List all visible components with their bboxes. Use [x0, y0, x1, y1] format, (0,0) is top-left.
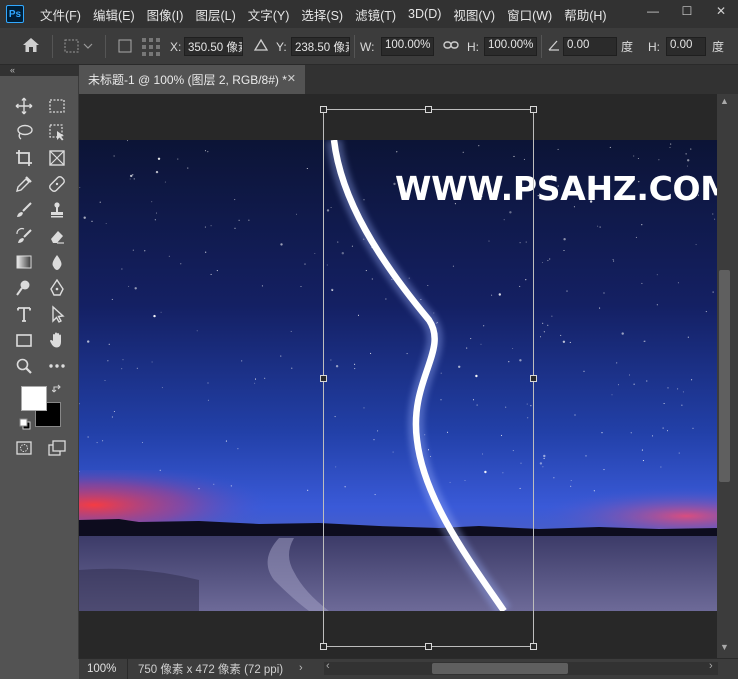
- app-logo: Ps: [6, 5, 24, 23]
- height-field[interactable]: 100.00%: [484, 37, 537, 56]
- skew-h-label: H:: [648, 39, 660, 54]
- menu-select[interactable]: 选择(S): [295, 5, 349, 24]
- marquee-icon[interactable]: [46, 96, 68, 116]
- frame-icon[interactable]: [46, 148, 68, 168]
- hand-icon[interactable]: [46, 330, 68, 350]
- zoom-level-field[interactable]: 100%: [79, 658, 128, 679]
- menu-layer[interactable]: 图层(L): [189, 5, 241, 24]
- menu-help[interactable]: 帮助(H): [558, 5, 612, 24]
- window-controls: — ☐ ✕: [636, 0, 738, 22]
- horizontal-scroll-thumb[interactable]: [432, 663, 568, 674]
- skew-h-unit: 度: [712, 40, 725, 54]
- horizontal-scrollbar[interactable]: ‹ ›: [324, 660, 718, 675]
- delta-icon[interactable]: [253, 38, 269, 55]
- vertical-scrollbar[interactable]: ▲ ▼: [717, 94, 738, 658]
- gradient-icon[interactable]: [13, 252, 35, 272]
- menu-3d[interactable]: 3D(D): [402, 7, 447, 21]
- maximize-button[interactable]: ☐: [670, 0, 704, 22]
- blur-icon[interactable]: [46, 252, 68, 272]
- minimize-button[interactable]: —: [636, 0, 670, 22]
- move-icon[interactable]: [13, 96, 35, 116]
- close-tab-icon[interactable]: ✕: [287, 72, 296, 85]
- swap-colors-icon[interactable]: [51, 384, 64, 399]
- chevron-right-icon[interactable]: ›: [299, 662, 303, 674]
- type-icon[interactable]: [13, 304, 35, 324]
- y-position-field[interactable]: 238.50 像素: [291, 37, 350, 56]
- tools-panel: «: [0, 65, 79, 659]
- rotation-field[interactable]: 0.00: [563, 37, 617, 56]
- healing-icon[interactable]: [46, 174, 68, 194]
- stamp-icon[interactable]: [46, 200, 68, 220]
- rectangle-icon[interactable]: [13, 330, 35, 350]
- quick-mask-icon[interactable]: [13, 438, 35, 458]
- document-tab-strip: 未标题-1 @ 100% (图层 2, RGB/8#) * ✕: [0, 65, 738, 94]
- default-colors-icon[interactable]: [19, 418, 31, 433]
- object-select-icon[interactable]: [46, 122, 68, 142]
- crop-icon[interactable]: [13, 148, 35, 168]
- reference-toggle-checkbox[interactable]: [118, 38, 132, 57]
- menu-window[interactable]: 窗口(W): [501, 5, 558, 24]
- reference-grid-icon[interactable]: [141, 37, 161, 60]
- scroll-up-icon[interactable]: ▲: [720, 96, 729, 106]
- transform-bounding-box[interactable]: [79, 94, 717, 658]
- reference-point-icon[interactable]: [63, 38, 93, 57]
- status-bar: 100% 750 像素 x 472 像素 (72 ppi) › ‹ ›: [79, 658, 738, 679]
- link-icon[interactable]: [443, 38, 459, 55]
- scroll-left-icon[interactable]: ‹: [326, 660, 330, 672]
- eyedropper-icon[interactable]: [13, 174, 35, 194]
- menu-edit[interactable]: 编辑(E): [87, 5, 141, 24]
- collapse-panel-icon[interactable]: «: [0, 65, 79, 76]
- lasso-icon[interactable]: [13, 122, 35, 142]
- rotation-unit: 度: [621, 40, 634, 54]
- document-tab[interactable]: 未标题-1 @ 100% (图层 2, RGB/8#) * ✕: [79, 65, 305, 94]
- options-bar: X: 350.50 像素 Y: 238.50 像素 W: 100.00% H: …: [0, 28, 738, 65]
- close-button[interactable]: ✕: [704, 0, 738, 22]
- document-info[interactable]: 750 像素 x 472 像素 (72 ppi): [128, 661, 283, 677]
- history-brush-icon[interactable]: [13, 226, 35, 246]
- eraser-icon[interactable]: [46, 226, 68, 246]
- scroll-right-icon[interactable]: ›: [709, 660, 713, 672]
- pen-icon[interactable]: [46, 278, 68, 298]
- width-label: W:: [360, 39, 375, 54]
- skew-h-field[interactable]: 0.00: [666, 37, 706, 56]
- menu-type[interactable]: 文字(Y): [242, 5, 296, 24]
- dodge-icon[interactable]: [13, 278, 35, 298]
- height-label: H:: [467, 39, 479, 54]
- vertical-scroll-thumb[interactable]: [719, 270, 730, 482]
- scroll-down-icon[interactable]: ▼: [720, 642, 729, 652]
- menu-filter[interactable]: 滤镜(T): [349, 5, 402, 24]
- width-field[interactable]: 100.00%: [381, 37, 434, 56]
- foreground-color-swatch[interactable]: [21, 386, 47, 411]
- document-tab-title: 未标题-1 @ 100% (图层 2, RGB/8#) *: [88, 73, 287, 87]
- x-position-field[interactable]: 350.50 像素: [184, 37, 243, 56]
- zoom-icon[interactable]: [13, 356, 35, 376]
- menu-file[interactable]: 文件(F): [34, 5, 87, 24]
- menu-bar: Ps 文件(F) 编辑(E) 图像(I) 图层(L) 文字(Y) 选择(S) 滤…: [0, 0, 738, 28]
- x-label: X:: [170, 39, 182, 54]
- rotate-angle-icon: [547, 38, 561, 55]
- screen-mode-icon[interactable]: [46, 438, 68, 458]
- menu-view[interactable]: 视图(V): [447, 5, 501, 24]
- path-select-icon[interactable]: [46, 304, 68, 324]
- canvas-area[interactable]: WWW.PSAHZ.COM: [79, 94, 717, 658]
- menu-image[interactable]: 图像(I): [141, 5, 190, 24]
- brush-icon[interactable]: [13, 200, 35, 220]
- home-icon[interactable]: [22, 37, 40, 56]
- more-icon[interactable]: [46, 356, 68, 376]
- y-label: Y:: [276, 39, 287, 54]
